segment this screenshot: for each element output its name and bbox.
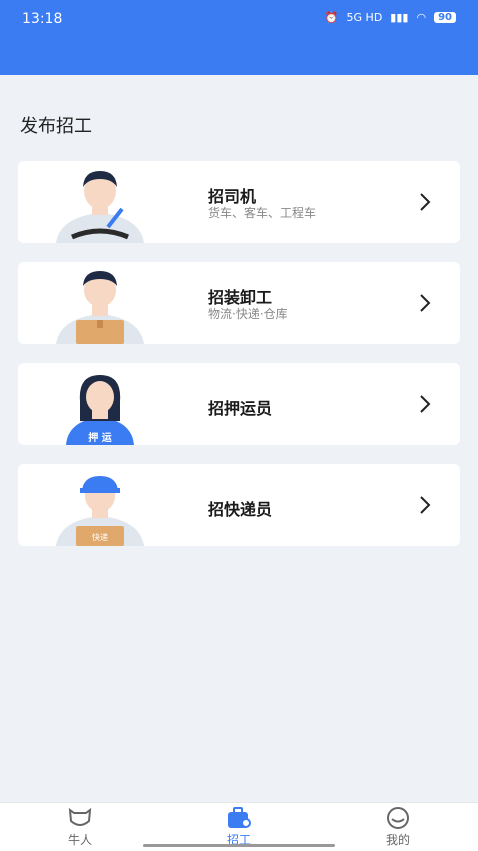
escort-badge-text: 押 运 [88, 431, 111, 444]
card-escort[interactable]: 押 运 招押运员 [18, 363, 460, 445]
courier-avatar-icon: 快递 [56, 476, 144, 546]
signal-icon: ▮▮▮ [390, 11, 409, 24]
tab-label: 我的 [385, 833, 410, 847]
page-title: 发布招工 [20, 116, 92, 137]
alarm-icon: ⏰ [324, 11, 339, 24]
card-subtitle: 物流·快递·仓库 [208, 307, 288, 321]
wifi-icon: ◠ [416, 11, 427, 24]
chevron-right-icon [420, 193, 431, 211]
smile-face-icon [387, 807, 409, 829]
card-title: 招押运员 [208, 399, 273, 418]
card-loader[interactable]: 招装卸工 物流·快递·仓库 [18, 262, 460, 344]
status-icons: ⏰ 5G HD ▮▮▮ ◠ 90 [325, 11, 456, 24]
cow-face-icon [68, 807, 92, 826]
chevron-right-icon [420, 294, 431, 312]
tab-profile[interactable]: 我的 [358, 807, 438, 848]
escort-avatar-icon: 押 运 [66, 375, 134, 445]
card-courier[interactable]: 快递 招快递员 [18, 464, 460, 546]
card-title: 招快递员 [208, 500, 273, 519]
tab-recruit[interactable]: 招工 [199, 807, 279, 848]
briefcase-search-icon [228, 807, 251, 828]
battery-indicator: 90 [434, 12, 456, 23]
loader-avatar-icon [56, 271, 144, 344]
tab-label: 牛人 [67, 833, 92, 847]
chevron-right-icon [420, 496, 431, 514]
courier-box-text: 快递 [92, 532, 108, 542]
card-driver[interactable]: 招司机 货车、客车、工程车 [18, 161, 460, 243]
status-bar: 13:18 ⏰ 5G HD ▮▮▮ ◠ 90 [0, 0, 478, 75]
card-subtitle: 货车、客车、工程车 [208, 206, 317, 220]
driver-avatar-icon [56, 171, 144, 243]
chevron-right-icon [420, 395, 431, 413]
tab-talent[interactable]: 牛人 [40, 807, 120, 848]
network-label: 5G HD [346, 11, 383, 24]
status-time: 13:18 [22, 11, 63, 27]
home-indicator [143, 844, 335, 847]
